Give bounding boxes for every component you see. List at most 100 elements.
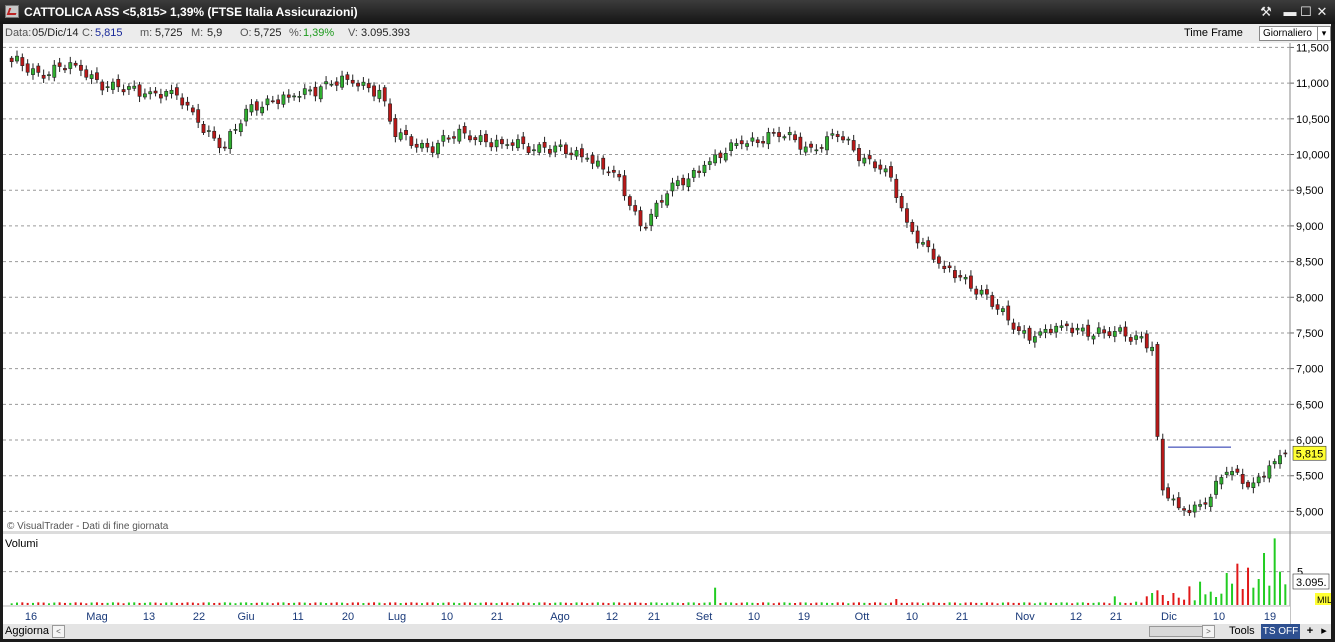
candle-body (990, 295, 995, 307)
candle-body (793, 134, 797, 141)
ts-off-button[interactable]: TS OFF (1261, 624, 1300, 639)
candle-body (334, 81, 339, 86)
candle-body (420, 142, 424, 149)
candle-body (180, 97, 185, 106)
candle-body (409, 136, 414, 146)
time-tick-label: 21 (648, 611, 660, 623)
candle-body (169, 89, 174, 94)
candle-body (1134, 335, 1139, 340)
candle-body (153, 90, 158, 94)
candle-body (398, 132, 403, 140)
candle-body (382, 87, 387, 102)
date-value: 05/Dic/14 (32, 27, 79, 39)
candle-body (979, 289, 984, 295)
candle-body (1006, 305, 1011, 321)
close-button[interactable]: ✕ (1314, 4, 1330, 20)
candle-body (318, 86, 323, 100)
candle-body (174, 87, 179, 96)
time-tick-label: 10 (1213, 611, 1225, 623)
candle-body (1267, 465, 1272, 479)
candle-body (79, 64, 83, 71)
scroll-left-button[interactable]: < (52, 625, 65, 638)
candle-body (393, 118, 398, 137)
time-tick-label: 19 (1264, 611, 1276, 623)
time-tick-label: Dic (1161, 611, 1177, 623)
candle-body (142, 93, 147, 98)
candle-body (691, 170, 696, 178)
time-tick-label: Nov (1015, 611, 1035, 623)
candle-body (1096, 327, 1101, 334)
candle-body (265, 98, 270, 106)
price-tick-label: 7,000 (1296, 364, 1324, 376)
candle-body (585, 157, 590, 160)
candle-body (212, 130, 217, 139)
minimize-button[interactable]: ▬ (1282, 4, 1298, 20)
candle-body (739, 140, 744, 145)
candle-body (1112, 331, 1117, 337)
pct-value: 1,39% (303, 27, 335, 39)
candle-body (297, 96, 302, 98)
candle-body (276, 99, 281, 104)
candle-body (505, 144, 510, 146)
tools-button[interactable]: Tools (1229, 624, 1255, 639)
candle-body (947, 265, 952, 269)
app-chart-icon (5, 5, 19, 18)
price-tick-label: 6,000 (1296, 435, 1324, 447)
candle-body (388, 103, 392, 122)
candle-body (1128, 337, 1133, 342)
time-tick-label: 16 (25, 611, 37, 623)
menu-arrow-icon[interactable]: ▸ (1318, 624, 1330, 639)
scroll-right-button[interactable]: > (1202, 625, 1215, 638)
candle-body (867, 155, 872, 160)
candle-body (675, 180, 680, 186)
maximize-button[interactable]: ☐ (1298, 4, 1314, 20)
candle-body (958, 275, 963, 278)
price-tick-label: 6,500 (1296, 399, 1324, 411)
candle-body (308, 89, 312, 92)
candle-body (73, 62, 78, 66)
candle-body (57, 62, 62, 67)
candle-body (484, 133, 488, 143)
timeframe-value: Giornaliero (1263, 28, 1312, 39)
candle-body (1011, 322, 1016, 330)
candle-body (478, 135, 483, 142)
candle-body (1016, 326, 1021, 331)
candle-body (931, 248, 936, 260)
candle-body (1150, 346, 1155, 352)
price-tick-label: 11,500 (1296, 43, 1329, 54)
price-tick-label: 5,000 (1296, 506, 1324, 518)
time-tick-label: 21 (1110, 611, 1122, 623)
candle-body (926, 240, 931, 248)
add-button[interactable]: + (1304, 624, 1316, 639)
refresh-button[interactable]: Aggiorna (5, 624, 49, 639)
close-value: 5,815 (95, 27, 123, 39)
candle-body (63, 68, 67, 71)
candle-body (787, 132, 792, 136)
candle-body (1224, 471, 1229, 475)
candle-body (1278, 455, 1282, 465)
volume-panel-title: Volumi (5, 538, 38, 550)
price-volume-chart[interactable]: 11,500 11,000 10,500 10,000 9,500 9,000 8,500 8… (3, 43, 1331, 624)
volume-value: 3.095.393 (361, 27, 410, 39)
candle-body (558, 144, 563, 147)
candle-body (377, 89, 382, 99)
candle-body (244, 108, 249, 122)
candle-body (206, 130, 211, 132)
candle-body (1283, 452, 1288, 455)
candle-body (1208, 496, 1213, 507)
timeframe-select[interactable]: Giornaliero ▾ (1259, 26, 1331, 41)
max-value: 5,9 (207, 27, 223, 39)
candle-body (745, 143, 749, 147)
candle-body (910, 221, 915, 232)
candle-body (713, 154, 718, 164)
horizontal-scrollbar[interactable] (1149, 626, 1203, 637)
candle-body (201, 123, 206, 133)
dropdown-arrow-icon[interactable]: ▾ (1317, 27, 1330, 40)
candle-body (20, 57, 25, 66)
candle-body (1230, 471, 1234, 476)
candle-body (542, 141, 547, 148)
tools-icon[interactable]: ⚒ (1258, 4, 1274, 20)
candle-body (1251, 482, 1256, 489)
candle-body (1155, 344, 1160, 437)
candle-body (1139, 336, 1144, 339)
